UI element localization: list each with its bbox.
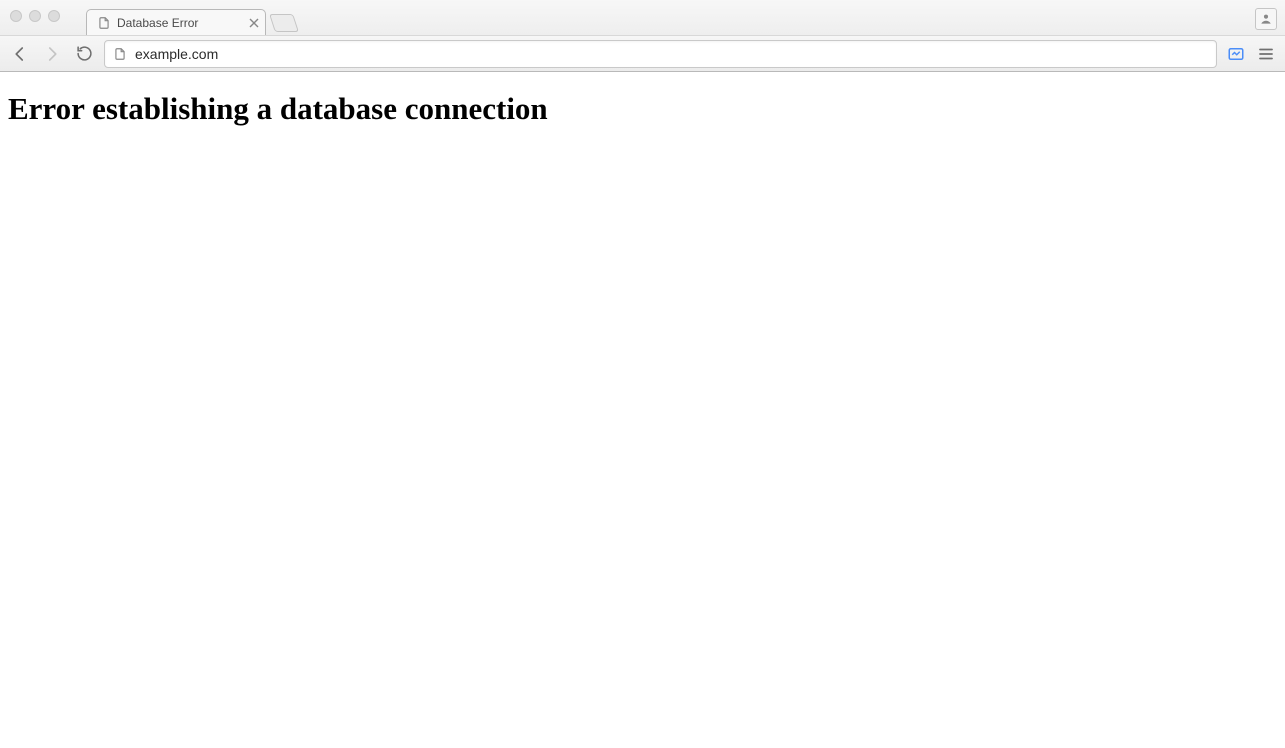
browser-toolbar <box>0 36 1285 72</box>
window-titlebar: Database Error <box>0 0 1285 36</box>
reload-button[interactable] <box>72 42 96 66</box>
extension-button[interactable] <box>1225 43 1247 65</box>
page-icon <box>97 16 111 30</box>
address-bar[interactable] <box>104 40 1217 68</box>
close-tab-button[interactable] <box>249 18 259 28</box>
error-heading: Error establishing a database connection <box>8 90 1277 127</box>
window-controls <box>10 10 60 22</box>
page-icon <box>113 47 127 61</box>
window-close-button[interactable] <box>10 10 22 22</box>
tab-title: Database Error <box>117 16 243 30</box>
new-tab-button[interactable] <box>269 14 299 32</box>
page-content: Error establishing a database connection <box>0 72 1285 145</box>
window-zoom-button[interactable] <box>48 10 60 22</box>
window-minimize-button[interactable] <box>29 10 41 22</box>
active-tab[interactable]: Database Error <box>86 9 266 35</box>
url-input[interactable] <box>135 41 1208 67</box>
profile-button[interactable] <box>1255 8 1277 30</box>
menu-button[interactable] <box>1255 43 1277 65</box>
forward-button[interactable] <box>40 42 64 66</box>
tab-strip: Database Error <box>86 0 296 35</box>
back-button[interactable] <box>8 42 32 66</box>
